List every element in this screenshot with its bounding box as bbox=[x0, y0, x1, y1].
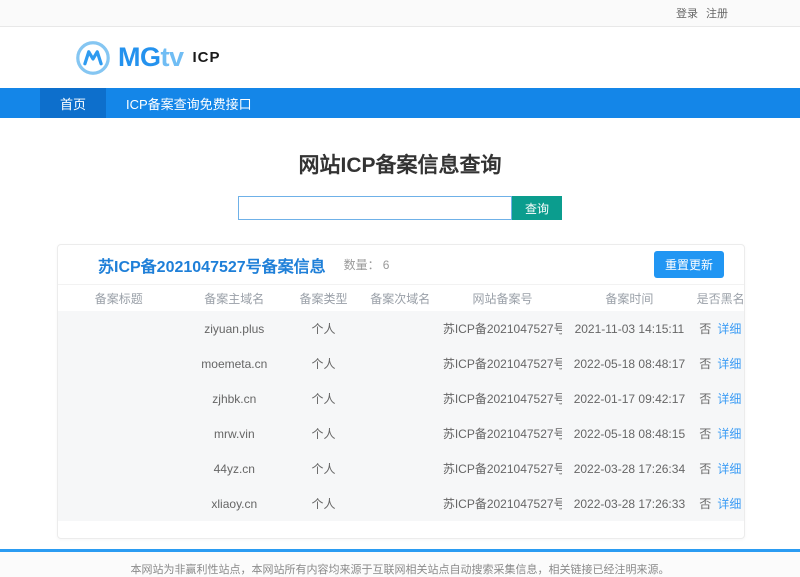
cell-icp-number: 苏ICP备2021047527号-10 bbox=[443, 346, 562, 381]
result-card-header: 苏ICP备2021047527号备案信息 数量：6 重置更新 bbox=[58, 245, 744, 285]
cell-blacklist: 否详细 bbox=[697, 451, 744, 486]
cell-sub-domain bbox=[358, 486, 443, 521]
table-row: 44yz.cn 个人 苏ICP备2021047527号-7 2022-03-28… bbox=[58, 451, 744, 486]
register-link[interactable]: 注册 bbox=[706, 5, 728, 21]
cell-record-time: 2021-11-03 14:15:11 bbox=[562, 311, 696, 346]
blacklist-value: 否 bbox=[699, 462, 711, 476]
cell-record-type: 个人 bbox=[289, 381, 358, 416]
detail-link[interactable]: 详细 bbox=[717, 322, 741, 336]
page-title: 网站ICP备案信息查询 bbox=[0, 149, 800, 179]
blacklist-value: 否 bbox=[699, 357, 711, 371]
detail-link[interactable]: 详细 bbox=[717, 392, 741, 406]
table-row: mrw.vin 个人 苏ICP备2021047527号-8 2022-05-18… bbox=[58, 416, 744, 451]
site-logo[interactable]: MGtv ICP bbox=[74, 39, 221, 77]
cell-record-time: 2022-05-18 08:48:17 bbox=[562, 346, 696, 381]
cell-record-title bbox=[58, 416, 179, 451]
cell-record-type: 个人 bbox=[289, 346, 358, 381]
cell-sub-domain bbox=[358, 381, 443, 416]
cell-main-domain: 44yz.cn bbox=[179, 451, 289, 486]
cell-record-type: 个人 bbox=[289, 416, 358, 451]
column-header: 备案标题 bbox=[58, 285, 179, 311]
cell-icp-number: 苏ICP备2021047527号-2 bbox=[443, 381, 562, 416]
cell-record-title bbox=[58, 486, 179, 521]
detail-link[interactable]: 详细 bbox=[717, 427, 741, 441]
cell-main-domain: moemeta.cn bbox=[179, 346, 289, 381]
cell-record-time: 2022-03-28 17:26:34 bbox=[562, 451, 696, 486]
logo-band: MGtv ICP bbox=[0, 27, 800, 88]
nav-item-icp-api[interactable]: ICP备案查询免费接口 bbox=[106, 88, 272, 118]
detail-link[interactable]: 详细 bbox=[717, 462, 741, 476]
cell-blacklist: 否详细 bbox=[697, 416, 744, 451]
cell-icp-number: 苏ICP备2021047527号-8 bbox=[443, 416, 562, 451]
blacklist-value: 否 bbox=[699, 392, 711, 406]
cell-blacklist: 否详细 bbox=[697, 346, 744, 381]
blacklist-value: 否 bbox=[699, 322, 711, 336]
cell-record-title bbox=[58, 451, 179, 486]
table-row: zjhbk.cn 个人 苏ICP备2021047527号-2 2022-01-1… bbox=[58, 381, 744, 416]
detail-link[interactable]: 详细 bbox=[717, 497, 741, 511]
column-header: 备案主域名 bbox=[179, 285, 289, 311]
cell-record-type: 个人 bbox=[289, 311, 358, 346]
table-row: ziyuan.plus 个人 苏ICP备2021047527号-1 2021-1… bbox=[58, 311, 744, 346]
cell-icp-number: 苏ICP备2021047527号-6 bbox=[443, 486, 562, 521]
page: 登录 注册 MGtv ICP 首页 ICP备案查询免费接口 网站ICP备案信息查… bbox=[0, 0, 800, 577]
table-header-row: 备案标题备案主域名备案类型备案次域名网站备案号备案时间是否黑名单 bbox=[58, 285, 744, 311]
cell-blacklist: 否详细 bbox=[697, 311, 744, 346]
column-header: 网站备案号 bbox=[443, 285, 562, 311]
cell-blacklist: 否详细 bbox=[697, 486, 744, 521]
cell-sub-domain bbox=[358, 311, 443, 346]
column-header: 是否黑名单 bbox=[697, 285, 744, 311]
table-row: moemeta.cn 个人 苏ICP备2021047527号-10 2022-0… bbox=[58, 346, 744, 381]
cell-main-domain: ziyuan.plus bbox=[179, 311, 289, 346]
cell-record-type: 个人 bbox=[289, 451, 358, 486]
main-nav: 首页 ICP备案查询免费接口 bbox=[0, 88, 800, 118]
cell-record-time: 2022-05-18 08:48:15 bbox=[562, 416, 696, 451]
cell-blacklist: 否详细 bbox=[697, 381, 744, 416]
cell-sub-domain bbox=[358, 451, 443, 486]
nav-item-home[interactable]: 首页 bbox=[40, 88, 106, 118]
search-input[interactable] bbox=[238, 196, 512, 220]
cell-main-domain: mrw.vin bbox=[179, 416, 289, 451]
cell-sub-domain bbox=[358, 346, 443, 381]
search-bar: 查询 bbox=[0, 196, 800, 220]
footer-text: 本网站为非赢利性站点，本网站所有内容均来源于互联网相关站点自动搜索采集信息，相关… bbox=[131, 561, 670, 577]
table-row: xliaoy.cn 个人 苏ICP备2021047527号-6 2022-03-… bbox=[58, 486, 744, 521]
cell-record-time: 2022-01-17 09:42:17 bbox=[562, 381, 696, 416]
topbar: 登录 注册 bbox=[0, 0, 800, 27]
result-title: 苏ICP备2021047527号备案信息 bbox=[98, 253, 326, 277]
mgtv-logo-icon bbox=[74, 39, 112, 77]
logo-icp-label: ICP bbox=[193, 49, 221, 66]
cell-record-title bbox=[58, 381, 179, 416]
column-header: 备案类型 bbox=[289, 285, 358, 311]
cell-icp-number: 苏ICP备2021047527号-1 bbox=[443, 311, 562, 346]
cell-sub-domain bbox=[358, 416, 443, 451]
table-body: ziyuan.plus 个人 苏ICP备2021047527号-1 2021-1… bbox=[58, 311, 744, 521]
footer: 本网站为非赢利性站点，本网站所有内容均来源于互联网相关站点自动搜索采集信息，相关… bbox=[0, 552, 800, 577]
result-count: 数量：6 bbox=[344, 256, 390, 273]
blacklist-value: 否 bbox=[699, 427, 711, 441]
cell-record-type: 个人 bbox=[289, 486, 358, 521]
search-button[interactable]: 查询 bbox=[512, 196, 562, 220]
column-header: 备案时间 bbox=[562, 285, 696, 311]
cell-main-domain: zjhbk.cn bbox=[179, 381, 289, 416]
login-link[interactable]: 登录 bbox=[676, 5, 698, 21]
cell-record-title bbox=[58, 311, 179, 346]
blacklist-value: 否 bbox=[699, 497, 711, 511]
records-table: 备案标题备案主域名备案类型备案次域名网站备案号备案时间是否黑名单 ziyuan.… bbox=[58, 285, 744, 521]
cell-icp-number: 苏ICP备2021047527号-7 bbox=[443, 451, 562, 486]
cell-main-domain: xliaoy.cn bbox=[179, 486, 289, 521]
detail-link[interactable]: 详细 bbox=[717, 357, 741, 371]
cell-record-time: 2022-03-28 17:26:33 bbox=[562, 486, 696, 521]
result-card: 苏ICP备2021047527号备案信息 数量：6 重置更新 备案标题备案主域名… bbox=[57, 244, 745, 539]
reset-refresh-button[interactable]: 重置更新 bbox=[654, 251, 724, 278]
cell-record-title bbox=[58, 346, 179, 381]
logo-text: MGtv bbox=[118, 42, 184, 73]
column-header: 备案次域名 bbox=[358, 285, 443, 311]
